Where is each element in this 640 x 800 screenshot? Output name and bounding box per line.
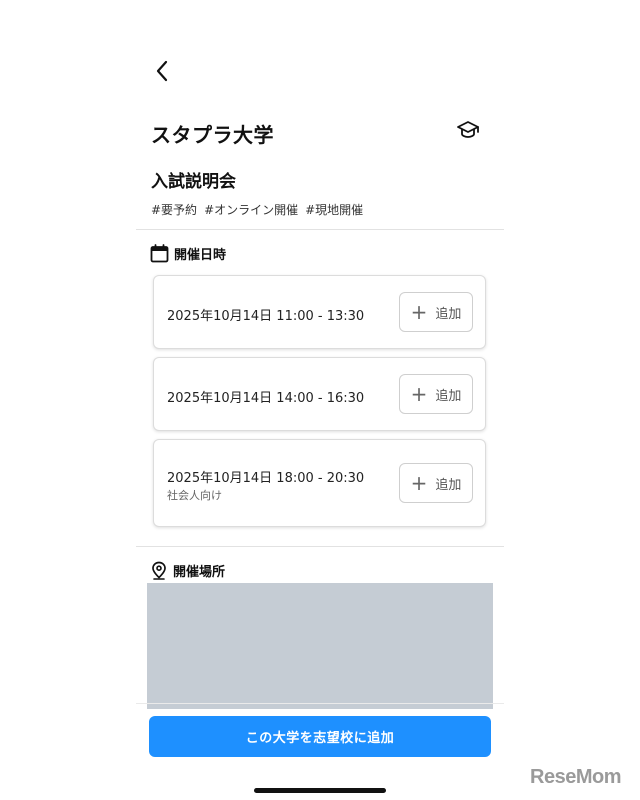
resemom-logo: ReseMom — [530, 766, 621, 788]
add-button-label: 追加 — [435, 388, 462, 404]
university-button[interactable] — [456, 118, 480, 142]
add-slot-2-button[interactable]: + 追加 — [399, 374, 473, 414]
graduation-cap-icon — [457, 121, 479, 138]
venue-heading: 開催場所 — [150, 561, 225, 580]
tag-onsite[interactable]: #現地開催 — [305, 201, 363, 218]
tag-reservation[interactable]: #要予約 — [151, 201, 197, 218]
plus-icon: + — [410, 471, 428, 495]
add-button-label: 追加 — [435, 306, 462, 322]
event-type: 入試説明会 — [151, 172, 236, 192]
divider — [136, 703, 504, 704]
plus-icon: + — [410, 382, 428, 406]
tag-online[interactable]: #オンライン開催 — [204, 201, 298, 218]
location-pin-icon — [152, 561, 166, 580]
add-to-target-schools-button[interactable]: この大学を志望校に追加 — [149, 716, 491, 757]
chevron-left-icon — [156, 60, 168, 82]
slot-datetime: 2025年10月14日 11:00 - 13:30 — [167, 309, 365, 324]
add-button-label: 追加 — [435, 477, 462, 493]
schedule-slot-3: 2025年10月14日 18:00 - 20:30 社会人向け + 追加 — [153, 439, 486, 527]
venue-map[interactable] — [147, 583, 493, 709]
add-slot-3-button[interactable]: + 追加 — [399, 463, 473, 503]
schedule-slot-1: 2025年10月14日 11:00 - 13:30 + 追加 — [153, 275, 486, 349]
schedule-heading: 開催日時 — [150, 244, 226, 263]
slot-note: 社会人向け — [167, 489, 222, 502]
tag-list: #要予約 #オンライン開催 #現地開催 — [151, 201, 363, 218]
venue-heading-label: 開催場所 — [173, 565, 226, 580]
home-indicator[interactable] — [254, 788, 386, 793]
slot-datetime: 2025年10月14日 18:00 - 20:30 — [167, 471, 365, 486]
divider — [136, 229, 504, 230]
page-title: スタプラ大学 — [151, 123, 274, 147]
back-button[interactable] — [148, 56, 176, 86]
calendar-icon — [150, 244, 169, 263]
slot-datetime: 2025年10月14日 14:00 - 16:30 — [167, 391, 365, 406]
schedule-slot-2: 2025年10月14日 14:00 - 16:30 + 追加 — [153, 357, 486, 431]
schedule-heading-label: 開催日時 — [174, 248, 227, 263]
divider — [136, 546, 504, 547]
add-slot-1-button[interactable]: + 追加 — [399, 292, 473, 332]
plus-icon: + — [410, 300, 428, 324]
